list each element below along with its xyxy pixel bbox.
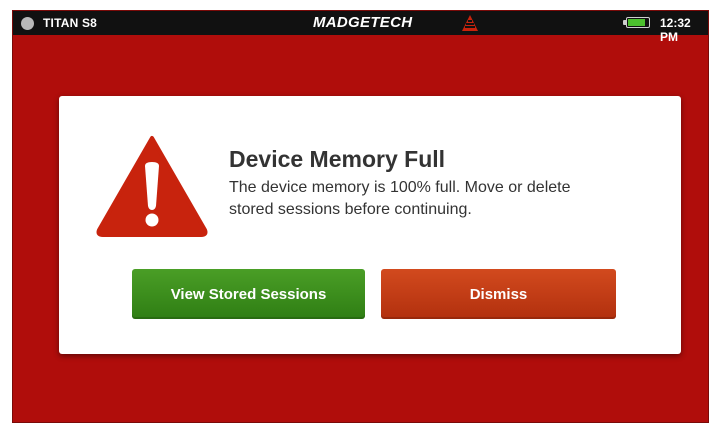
dialog-message: The device memory is 100% full. Move or … bbox=[229, 179, 571, 218]
status-indicator-icon bbox=[21, 17, 34, 30]
battery-level bbox=[628, 19, 645, 26]
clock: 12:32 PM bbox=[660, 16, 691, 44]
dismiss-button[interactable]: Dismiss bbox=[381, 269, 616, 319]
battery-icon bbox=[623, 17, 650, 28]
dismiss-label: Dismiss bbox=[469, 285, 528, 303]
view-stored-sessions-button[interactable]: View Stored Sessions bbox=[132, 269, 365, 319]
view-stored-sessions-label: View Stored Sessions bbox=[170, 285, 327, 303]
status-bar: TITAN S8 MADGETECH 12:32 PM bbox=[13, 11, 708, 44]
madgetech-logo-icon bbox=[461, 14, 479, 32]
brand-name: MADGETECH bbox=[313, 14, 413, 31]
device-name: TITAN S8 bbox=[43, 16, 98, 30]
warning-icon bbox=[95, 134, 209, 238]
device-screen: TITAN S8 MADGETECH 12:32 PM Device Memor… bbox=[12, 10, 709, 423]
memory-full-dialog: Device Memory Full The device memory is … bbox=[59, 96, 681, 354]
page: TITAN S8 MADGETECH 12:32 PM Device Memor… bbox=[0, 0, 723, 427]
dialog-title: Device Memory Full bbox=[229, 146, 446, 172]
